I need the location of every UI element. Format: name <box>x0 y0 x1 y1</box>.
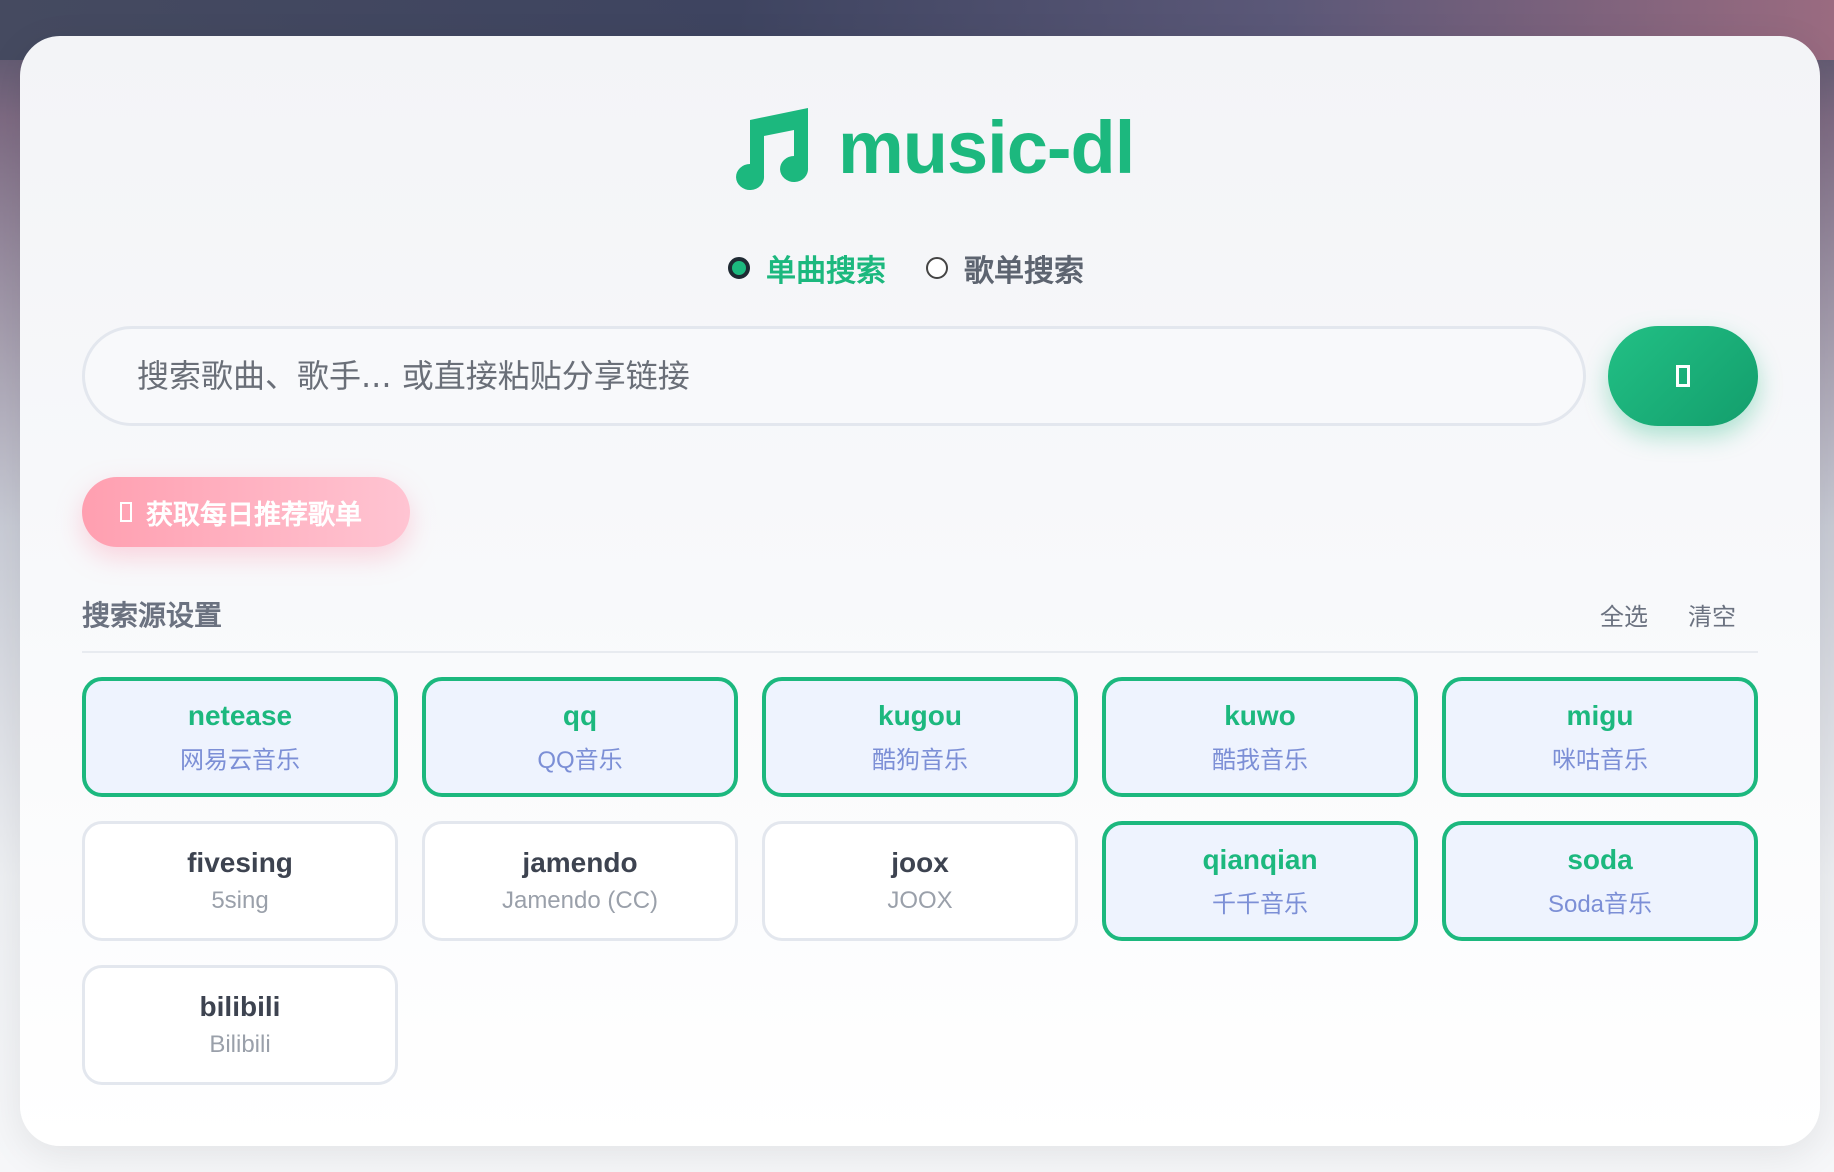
daily-recommend-button[interactable]: 获取每日推荐歌单 <box>82 477 410 547</box>
source-key: qianqian <box>1202 843 1318 875</box>
music-note-icon <box>736 107 809 190</box>
source-grid: netease 网易云音乐 qq QQ音乐 kugou 酷狗音乐 kuwo 酷我… <box>82 677 1758 1085</box>
source-name: 酷狗音乐 <box>872 746 968 774</box>
source-key: qq <box>562 699 598 731</box>
source-card[interactable]: netease 网易云音乐 <box>82 677 398 797</box>
search-mode-group: 单曲搜索 歌单搜索 <box>728 246 1124 290</box>
search-input[interactable] <box>135 356 1519 396</box>
source-actions: 全选 清空 <box>1600 597 1776 632</box>
search-bar <box>82 326 1586 426</box>
source-name: 5sing <box>211 887 269 914</box>
source-name: JOOX <box>887 887 953 914</box>
source-card[interactable]: bilibili Bilibili <box>82 965 398 1085</box>
source-card[interactable]: kugou 酷狗音乐 <box>762 677 1078 797</box>
app-title: music-dl <box>838 106 1135 189</box>
source-key: kuwo <box>1224 699 1296 731</box>
source-card[interactable]: fivesing 5sing <box>82 821 398 941</box>
source-name: Bilibili <box>209 1031 271 1058</box>
mode-option-label: 歌单搜索 <box>964 255 1084 288</box>
mode-option-label: 单曲搜索 <box>766 255 886 288</box>
source-key: soda <box>1567 843 1633 875</box>
source-card[interactable]: jamendo Jamendo (CC) <box>422 821 738 941</box>
source-card[interactable]: qq QQ音乐 <box>422 677 738 797</box>
divider <box>82 651 1758 653</box>
source-card[interactable]: migu 咪咕音乐 <box>1442 677 1758 797</box>
select-all-button[interactable]: 全选 <box>1600 597 1648 632</box>
source-name: 网易云音乐 <box>180 746 300 774</box>
app-logo: music-dl <box>730 105 1135 190</box>
daily-recommend-label: 获取每日推荐歌单 <box>146 499 362 530</box>
source-settings-title: 搜索源设置 <box>82 600 223 631</box>
source-card[interactable]: kuwo 酷我音乐 <box>1102 677 1418 797</box>
source-name: Soda音乐 <box>1547 890 1653 918</box>
source-name: 咪咕音乐 <box>1552 746 1648 774</box>
radio-unchecked-icon[interactable] <box>926 257 948 279</box>
source-name: QQ音乐 <box>537 746 623 774</box>
source-card[interactable]: joox JOOX <box>762 821 1078 941</box>
source-key: fivesing <box>187 847 293 878</box>
source-key: jamendo <box>522 847 638 878</box>
source-key: bilibili <box>199 991 281 1022</box>
radio-checked-icon[interactable] <box>728 257 750 279</box>
source-key: migu <box>1566 699 1634 731</box>
search-button[interactable] <box>1608 326 1758 426</box>
source-name: 酷我音乐 <box>1212 746 1308 774</box>
source-key: kugou <box>878 699 962 731</box>
source-card[interactable]: qianqian 千千音乐 <box>1102 821 1418 941</box>
source-key: joox <box>891 847 949 878</box>
source-name: Jamendo (CC) <box>501 887 659 914</box>
source-name: 千千音乐 <box>1212 890 1308 918</box>
clear-button[interactable]: 清空 <box>1688 597 1736 632</box>
mode-option-playlist[interactable]: 歌单搜索 <box>926 246 1084 290</box>
mode-option-single[interactable]: 单曲搜索 <box>728 246 886 290</box>
source-card[interactable]: soda Soda音乐 <box>1442 821 1758 941</box>
source-key: netease <box>187 699 293 731</box>
calendar-icon <box>120 502 132 522</box>
search-icon <box>1676 365 1690 387</box>
